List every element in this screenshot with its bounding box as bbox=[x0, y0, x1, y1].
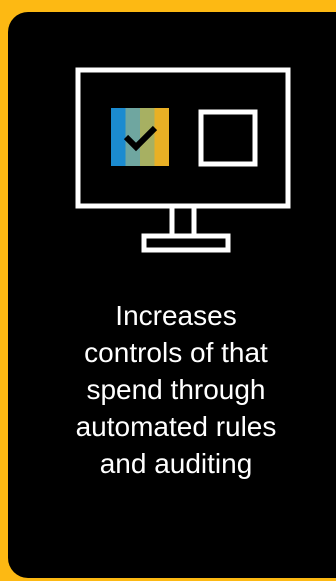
checked-box-icon bbox=[111, 108, 169, 166]
monitor-icon bbox=[75, 67, 291, 253]
monitor-neck bbox=[169, 206, 197, 239]
empty-box-icon bbox=[198, 109, 258, 167]
feature-description: Increases controls of that spend through… bbox=[75, 300, 277, 479]
feature-card: Increases controls of that spend through… bbox=[8, 12, 336, 578]
monitor-base bbox=[141, 233, 231, 253]
